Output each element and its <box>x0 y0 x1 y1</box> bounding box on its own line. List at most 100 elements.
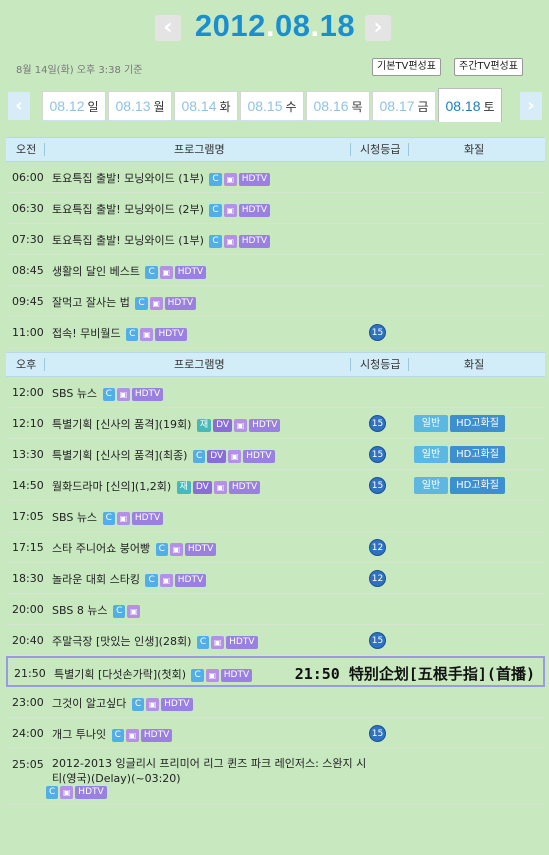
program-title: 특별기획 [신사의 품격](19회) 재 DV ▣ HDTV <box>52 416 282 432</box>
program-title: 접속! 무비월드 C ▣ HDTV <box>52 325 189 341</box>
program-title-text[interactable]: 특별기획 [신사의 품격](최종) <box>52 449 187 462</box>
program-row[interactable]: 23:00 그것이 알고싶다 C ▣ HDTV <box>6 687 545 718</box>
program-title-text[interactable]: 특별기획 [다섯손가락](첫회) <box>54 668 186 681</box>
program-row[interactable]: 08:45 생활의 달인 베스트 C ▣ HDTV <box>6 255 545 286</box>
day-tab-active[interactable]: 08.18 토 <box>438 88 502 122</box>
hd-quality-button[interactable]: HD고화질 <box>450 446 505 463</box>
prev-week-button[interactable]: ‹ <box>8 92 30 120</box>
program-time: 11:00 <box>12 326 44 339</box>
program-row[interactable]: 12:10 특별기획 [신사의 품격](19회) 재 DV ▣ HDTV 15 일반 … <box>6 408 545 439</box>
program-title-text[interactable]: 토요특집 출발! 모닝와이드 (1부) <box>52 172 204 185</box>
tv-icon: ▣ <box>223 172 237 186</box>
hd-quality-button[interactable]: HD고화질 <box>450 415 505 432</box>
day-tab-weekday: 수 <box>285 100 297 114</box>
tv-icon: ▣ <box>140 327 154 341</box>
normal-quality-button[interactable]: 일반 <box>414 446 448 463</box>
basic-schedule-button[interactable]: 기본TV편성표 <box>372 58 441 76</box>
day-tab[interactable]: 08.16 목 <box>306 91 370 121</box>
program-title-text[interactable]: 월화드라마 [신의](1,2회) <box>52 480 171 493</box>
day-tab[interactable]: 08.12 일 <box>42 91 106 121</box>
column-divider <box>44 358 45 371</box>
hdtv-badge: HDTV <box>220 668 253 682</box>
hdtv-badge: HDTV <box>174 573 207 587</box>
day-tab[interactable]: 08.15 수 <box>240 91 304 121</box>
program-time: 25:05 <box>12 758 44 771</box>
column-divider <box>44 143 45 156</box>
program-row[interactable]: 18:30 놀라운 대회 스타킹 C ▣ HDTV 12 <box>6 563 545 594</box>
program-time: 09:45 <box>12 295 44 308</box>
program-title: 월화드라마 [신의](1,2회) 재 DV ▣ HDTV <box>52 478 262 494</box>
day-tab-date: 08.16 <box>313 98 349 114</box>
hdtv-badge: HDTV <box>249 418 281 432</box>
day-tab[interactable]: 08.13 월 <box>108 91 172 121</box>
caption-icon: C <box>46 785 59 799</box>
program-title-text[interactable]: 토요특집 출발! 모닝와이드 (1부) <box>52 234 204 247</box>
program-title-text[interactable]: SBS 뉴스 <box>52 387 97 400</box>
program-time: 20:40 <box>12 634 44 647</box>
normal-quality-button[interactable]: 일반 <box>414 415 448 432</box>
weekly-schedule-button[interactable]: 주간TV편성표 <box>454 58 523 76</box>
program-title: 토요특집 출발! 모닝와이드 (2부) C ▣ HDTV <box>52 201 272 217</box>
program-title-text[interactable]: 잘먹고 잘사는 법 <box>52 296 130 309</box>
program-time: 08:45 <box>12 264 44 277</box>
program-title: 스타 주니어쇼 붕어빵 C ▣ HDTV <box>52 540 218 556</box>
program-title-text[interactable]: 2012-2013 잉글리시 프리미어 리그 퀸즈 파크 레인저스: 스완지 시… <box>52 757 366 785</box>
day-tab-date: 08.15 <box>247 98 283 114</box>
caption-icon: C <box>102 387 115 401</box>
day-tab-weekday: 화 <box>219 100 231 114</box>
program-row[interactable]: 25:05 2012-2013 잉글리시 프리미어 리그 퀸즈 파크 레인저스:… <box>6 749 545 805</box>
program-row[interactable]: 07:30 토요특집 출발! 모닝와이드 (1부) C ▣ HDTV <box>6 224 545 255</box>
column-program: 프로그램명 <box>174 358 225 371</box>
program-row[interactable]: 24:00 개그 투나잇 C ▣ HDTV 15 <box>6 718 545 749</box>
program-title-text[interactable]: 토요특집 출발! 모닝와이드 (2부) <box>52 203 204 216</box>
program-time: 12:00 <box>12 386 44 399</box>
program-row[interactable]: 11:00 접속! 무비월드 C ▣ HDTV 15 <box>6 317 545 348</box>
day-tab[interactable]: 08.14 화 <box>174 91 238 121</box>
program-title-text[interactable]: 생활의 달인 베스트 <box>52 265 140 278</box>
program-row[interactable]: 17:15 스타 주니어쇼 붕어빵 C ▣ HDTV 12 <box>6 532 545 563</box>
program-row[interactable]: 17:05 SBS 뉴스 C ▣ HDTV <box>6 501 545 532</box>
program-title: 특별기획 [다섯손가락](첫회) C ▣ HDTV <box>54 666 254 682</box>
caption-icon: C <box>145 573 158 587</box>
next-date-button[interactable]: › <box>365 15 391 41</box>
program-row[interactable]: 09:45 잘먹고 잘사는 법 C ▣ HDTV <box>6 286 545 317</box>
tv-icon: ▣ <box>125 728 139 742</box>
program-title-text[interactable]: SBS 뉴스 <box>52 511 97 524</box>
program-title: 토요특집 출발! 모닝와이드 (1부) C ▣ HDTV <box>52 170 272 186</box>
program-title: 놀라운 대회 스타킹 C ▣ HDTV <box>52 571 208 587</box>
program-row[interactable]: 12:00 SBS 뉴스 C ▣ HDTV <box>6 377 545 408</box>
hdtv-badge: HDTV <box>243 449 275 463</box>
program-title-text[interactable]: 접속! 무비월드 <box>52 327 121 340</box>
program-title-text[interactable]: 주말극장 [맛있는 인생](28회) <box>52 635 191 648</box>
next-week-button[interactable]: › <box>520 92 542 120</box>
day-tab-date: 08.18 <box>445 98 481 114</box>
program-row[interactable]: 06:30 토요특집 출발! 모닝와이드 (2부) C ▣ HDTV <box>6 193 545 224</box>
program-row[interactable]: 14:50 월화드라마 [신의](1,2회) 재 DV ▣ HDTV 15 일반 HD… <box>6 470 545 501</box>
date-title: 2012.08.18 <box>190 8 360 44</box>
program-row-highlighted[interactable]: 21:50 특별기획 [다섯손가락](첫회) C ▣ HDTV 21:50 特别企划… <box>6 656 545 687</box>
age-rating-badge: 12 <box>369 570 386 587</box>
program-time: 17:05 <box>12 510 44 523</box>
program-row[interactable]: 20:40 주말극장 [맛있는 인생](28회) C ▣ HDTV 15 <box>6 625 545 656</box>
date-year: 2012 <box>194 8 266 43</box>
program-row[interactable]: 20:00 SBS 8 뉴스 C ▣ <box>6 594 545 625</box>
date-day: 18 <box>319 8 356 43</box>
hdtv-badge: HDTV <box>226 635 258 649</box>
caption-icon: C <box>111 728 124 742</box>
program-row[interactable]: 06:00 토요특집 출발! 모닝와이드 (1부) C ▣ HDTV <box>6 162 545 193</box>
program-title: 특별기획 [신사의 품격](최종) C DV ▣ HDTV <box>52 447 277 463</box>
normal-quality-button[interactable]: 일반 <box>414 477 448 494</box>
day-tab[interactable]: 08.17 금 <box>372 91 436 121</box>
program-title-text[interactable]: 그것이 알고싶다 <box>52 697 126 710</box>
age-rating-badge: 15 <box>369 324 386 341</box>
age-rating-badge: 15 <box>369 415 386 432</box>
program-title-text[interactable]: 스타 주니어쇼 붕어빵 <box>52 542 150 555</box>
prev-date-button[interactable]: ‹ <box>155 15 181 41</box>
program-title-text[interactable]: SBS 8 뉴스 <box>52 604 108 617</box>
program-title-text[interactable]: 놀라운 대회 스타킹 <box>52 573 140 586</box>
program-title-text[interactable]: 개그 투나잇 <box>52 728 106 741</box>
program-title-text[interactable]: 특별기획 [신사의 품격](19회) <box>52 418 191 431</box>
column-period: 오후 <box>16 358 37 371</box>
hd-quality-button[interactable]: HD고화질 <box>450 477 505 494</box>
program-row[interactable]: 13:30 특별기획 [신사의 품격](최종) C DV ▣ HDTV 15 일반 H… <box>6 439 545 470</box>
